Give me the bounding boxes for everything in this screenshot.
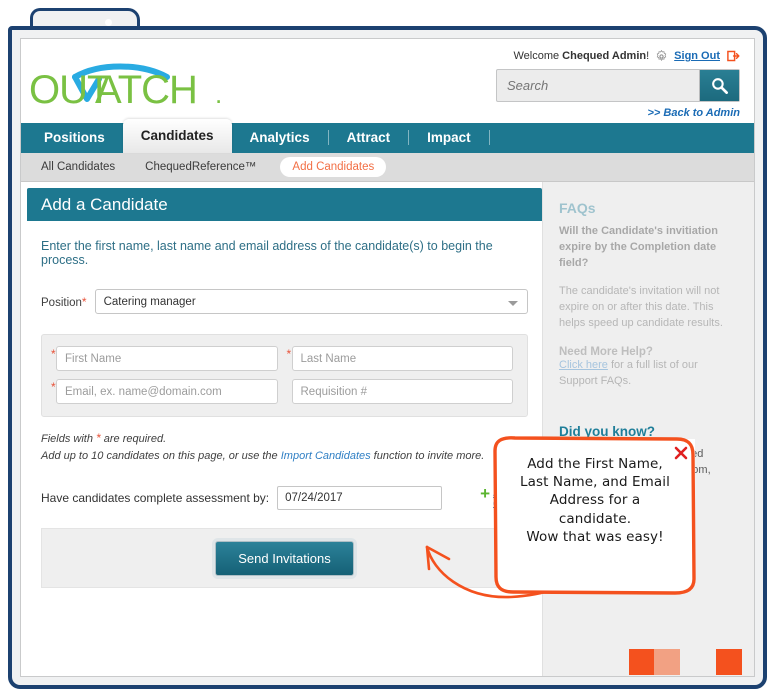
candidate-input-group: * * *: [41, 334, 528, 417]
helper-required-a: Fields with: [41, 433, 97, 445]
helper-import-b: function to invite more.: [370, 449, 485, 462]
position-selected-value: Catering manager: [103, 295, 196, 308]
logo-svg: OUT ATCH .: [29, 63, 222, 112]
last-name-wrap: *: [287, 346, 513, 371]
completion-date-input[interactable]: [277, 486, 443, 510]
search-input[interactable]: [497, 70, 699, 101]
subnav-item-all-candidates[interactable]: All Candidates: [35, 158, 121, 176]
welcome-text: Welcome Chequed Admin!: [513, 50, 649, 62]
welcome-username: Chequed Admin: [562, 50, 647, 62]
position-required-star: *: [81, 294, 87, 309]
email-wrap: *: [51, 379, 278, 404]
helper-import-a: Add up to 10 candidates on this page, or…: [41, 449, 281, 462]
close-x-icon[interactable]: [673, 445, 689, 461]
need-more-help-heading: Need More Help?: [559, 345, 653, 358]
svg-text:.: .: [215, 79, 222, 109]
position-label: Position*: [41, 295, 87, 309]
callout-line-4: candidate.: [558, 510, 632, 527]
email-input[interactable]: [56, 379, 278, 404]
first-name-required-star: *: [51, 347, 56, 361]
sign-out-link[interactable]: Sign Out: [674, 50, 720, 62]
tab-divider: [488, 130, 490, 145]
subnav-item-chequedreference[interactable]: ChequedReference™: [139, 158, 262, 176]
gear-icon[interactable]: [655, 49, 668, 63]
helper-required-c: are required.: [100, 433, 167, 445]
faq-answer: The candidate's invitation will not expi…: [559, 284, 723, 329]
callout-line-2: Last Name, and Email: [520, 474, 670, 491]
page-viewport: OUT ATCH . Welcome Chequed Admin! Sign O…: [20, 38, 755, 677]
need-more-help-text: Click here for a full list of our Suppor…: [559, 358, 738, 390]
browser-frame: OUT ATCH . Welcome Chequed Admin! Sign O…: [8, 8, 767, 689]
magnifier-icon: [712, 78, 728, 94]
support-faqs-link[interactable]: Click here: [559, 359, 608, 371]
first-name-input[interactable]: [56, 346, 278, 371]
intro-text: Enter the first name, last name and emai…: [41, 239, 493, 267]
search-box[interactable]: [496, 69, 740, 102]
tab-candidates[interactable]: Candidates: [122, 119, 232, 153]
search-button[interactable]: [699, 70, 739, 101]
email-required-star: *: [51, 380, 56, 394]
welcome-prefix: Welcome: [513, 50, 563, 62]
first-name-wrap: *: [51, 346, 278, 371]
faq-section: FAQs Will the Candidate's invitiation ex…: [559, 200, 738, 390]
tab-positions[interactable]: Positions: [26, 123, 123, 153]
page-title: Add a Candidate: [27, 188, 542, 221]
page-body: Add a Candidate Enter the first name, la…: [21, 182, 754, 676]
svg-text:ATCH: ATCH: [95, 68, 197, 111]
annotation-callout: Add the First Name, Last Name, and Email…: [493, 436, 696, 595]
sub-navigation: All Candidates ChequedReference™ Add Can…: [21, 153, 754, 182]
last-name-required-star: *: [286, 347, 292, 361]
last-name-input[interactable]: [291, 346, 513, 371]
requisition-input[interactable]: [291, 379, 513, 404]
tab-analytics[interactable]: Analytics: [232, 123, 328, 153]
requisition-wrap: [291, 379, 513, 404]
back-to-admin-link[interactable]: >> Back to Admin: [647, 107, 740, 119]
faq-question-text: Will the Candidate's invitiation expire …: [559, 225, 718, 269]
decorative-square: [654, 649, 680, 675]
subnav-item-add-candidates[interactable]: Add Candidates: [280, 157, 387, 177]
callout-text: Add the First Name, Last Name, and Email…: [505, 455, 685, 546]
decorative-square: [716, 649, 742, 675]
tab-attract[interactable]: Attract: [329, 123, 409, 153]
faq-question: Will the Candidate's invitiation expire …: [559, 224, 738, 272]
welcome-row: Welcome Chequed Admin! Sign Out: [513, 49, 740, 63]
browser-window: OUT ATCH . Welcome Chequed Admin! Sign O…: [8, 26, 767, 689]
helper-required-line: Fields with * are required.: [41, 429, 528, 448]
position-label-text: Position: [41, 296, 82, 309]
chevron-down-icon: [508, 301, 518, 306]
completion-date-label: Have candidates complete assessment by:: [41, 491, 270, 505]
welcome-suffix: !: [646, 50, 650, 62]
position-select[interactable]: Catering manager: [94, 289, 528, 314]
import-candidates-link[interactable]: Import Candidates: [281, 450, 371, 462]
main-tab-bar: Positions Candidates Analytics Attract I…: [21, 119, 754, 153]
callout-line-3: Address for a: [549, 492, 641, 509]
logout-icon[interactable]: [726, 49, 740, 63]
completion-date-row: Have candidates complete assessment by: …: [41, 485, 537, 510]
tab-impact[interactable]: Impact: [409, 123, 489, 153]
send-invitations-button[interactable]: Send Invitations: [215, 540, 354, 576]
helper-import-line: Add up to 10 candidates on this page, or…: [41, 448, 528, 465]
app-header: OUT ATCH . Welcome Chequed Admin! Sign O…: [21, 39, 754, 123]
callout-line-1: Add the First Name,: [527, 456, 663, 472]
callout-line-5: Wow that was easy!: [526, 528, 664, 545]
decorative-squares-right: [636, 649, 754, 676]
position-row: Position* Catering manager: [41, 289, 528, 314]
faq-heading: FAQs: [559, 200, 596, 216]
outmatch-logo[interactable]: OUT ATCH .: [29, 61, 229, 112]
form-helper-text: Fields with * are required. Add up to 10…: [41, 429, 528, 464]
